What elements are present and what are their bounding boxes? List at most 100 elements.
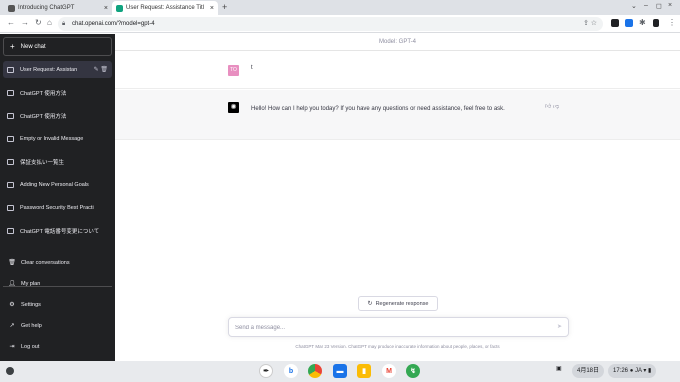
close-window-icon[interactable]: ×: [668, 2, 672, 9]
sidebar-chat-item[interactable]: ChatGPT 使用方法: [3, 107, 112, 124]
message-input-box: ➤: [228, 317, 569, 337]
logout-icon: ⇥: [9, 344, 15, 350]
thumbs-up-icon[interactable]: 👍︎: [545, 104, 551, 110]
launcher-icon[interactable]: [6, 367, 14, 375]
gear-icon: ⚙︎: [9, 302, 15, 308]
url-text: chat.openai.com/?model=gpt-4: [72, 21, 155, 27]
chat-bubble-icon: [7, 227, 14, 234]
files-icon[interactable]: ▬: [333, 364, 347, 378]
sidepanel-icon[interactable]: [653, 19, 659, 27]
chat-bubble-icon: [7, 181, 14, 188]
send-icon[interactable]: ➤: [557, 323, 562, 330]
edit-icon[interactable]: ✎: [94, 67, 99, 73]
extension-icon[interactable]: [625, 19, 633, 27]
log-out-button[interactable]: ⇥ Log out: [3, 338, 112, 355]
assistant-message-row: ✺ Hello! How can I help you today? If yo…: [115, 90, 680, 140]
chat-bubble-icon: [7, 204, 14, 211]
sidebar-chat-item[interactable]: Adding New Personal Goals: [3, 176, 112, 193]
sidebar-chat-item[interactable]: 保証支払い一覧生: [3, 153, 112, 170]
chat-bubble-icon: [7, 66, 14, 73]
tab-introducing-chatgpt[interactable]: Introducing ChatGPT ×: [4, 1, 112, 15]
chat-main: Model: GPT-4 TO t ✺ Hello! How can I hel…: [115, 34, 680, 361]
footer-label: Settings: [21, 301, 41, 308]
wifi-icon: ▾: [643, 368, 647, 374]
trash-icon: 🗑︎: [8, 260, 16, 266]
chatgpt-favicon-icon: [8, 4, 15, 12]
puzzle-extensions-icon[interactable]: ✱: [639, 18, 646, 27]
chat-item-label: 保証支払い一覧生: [20, 159, 65, 166]
settings-dot-icon: ●: [629, 368, 634, 374]
back-icon[interactable]: ←: [7, 18, 15, 27]
clear-conversations-button[interactable]: 🗑︎ Clear conversations: [3, 254, 112, 271]
chat-item-label: ChatGPT 電話番号変更について: [20, 228, 100, 235]
message-input[interactable]: [235, 322, 535, 333]
tab-title: User Request: Assistance Titl: [126, 5, 205, 11]
more-menu-icon[interactable]: ⋮: [668, 18, 676, 27]
address-toolbar: ← → ↻ ⌂ 🔒︎ chat.openai.com/?model=gpt-4 …: [0, 15, 680, 33]
close-tab-icon[interactable]: ×: [104, 5, 108, 12]
date-pill[interactable]: 4月18日: [572, 364, 605, 378]
close-tab-icon[interactable]: ×: [210, 5, 214, 12]
reload-icon[interactable]: ↻: [35, 18, 42, 27]
chat-item-label: Password Security Best Practi: [20, 204, 94, 211]
sidebar-chat-item[interactable]: User Request: Assistan ✎ 🗑︎: [3, 61, 112, 78]
trash-icon[interactable]: 🗑︎: [100, 67, 108, 73]
chat-sidebar: + New chat User Request: Assistan ✎ 🗑︎ C…: [0, 34, 115, 361]
user-avatar: TO: [228, 65, 239, 76]
get-help-button[interactable]: ↗ Get help: [3, 317, 112, 334]
disclaimer-text: ChatGPT Mar 23 Version. ChatGPT may prod…: [295, 344, 500, 349]
footer-label: Clear conversations: [21, 259, 70, 266]
forward-icon[interactable]: →: [21, 18, 29, 27]
plus-icon: +: [10, 42, 15, 51]
footer-label: Log out: [21, 343, 40, 350]
app-icon[interactable]: ↯: [406, 364, 420, 378]
bing-icon[interactable]: b: [284, 364, 298, 378]
new-chat-label: New chat: [20, 43, 46, 50]
tab-user-request[interactable]: User Request: Assistance Titl ×: [112, 1, 218, 15]
chat-actions: ✎ 🗑︎: [94, 66, 108, 73]
chat-bubble-icon: [7, 158, 14, 165]
clock-text: 17:26: [613, 368, 629, 374]
home-icon[interactable]: ⌂: [47, 18, 52, 27]
thumbs-down-icon[interactable]: 👎︎: [553, 104, 559, 110]
sidebar-chat-item[interactable]: Password Security Best Practi: [3, 199, 112, 216]
sidebar-chat-item[interactable]: Empty or Invalid Message: [3, 130, 112, 147]
chat-bubble-icon: [7, 135, 14, 142]
browser-tab-bar: Introducing ChatGPT × User Request: Assi…: [0, 0, 680, 15]
sidebar-chat-item[interactable]: ChatGPT 電話番号変更について: [3, 222, 112, 239]
chevron-down-icon[interactable]: ⌄: [631, 2, 637, 10]
keep-icon[interactable]: ▮: [357, 364, 371, 378]
minimize-icon[interactable]: –: [644, 2, 648, 9]
chrome-icon[interactable]: [308, 364, 322, 378]
chat-item-label: ChatGPT 使用方法: [20, 113, 67, 120]
footer-label: Get help: [21, 322, 42, 329]
external-link-icon: ↗: [9, 323, 15, 329]
lock-icon: 🔒︎: [62, 21, 66, 27]
tab-title: Introducing ChatGPT: [18, 5, 75, 11]
regenerate-response-button[interactable]: ↻ Regenerate response: [358, 296, 438, 311]
new-chat-button[interactable]: + New chat: [3, 37, 112, 56]
new-tab-icon[interactable]: +: [222, 2, 227, 12]
status-area[interactable]: 17:26 ● JA ▾ ▮: [608, 364, 657, 378]
chat-item-label: Empty or Invalid Message: [20, 135, 84, 142]
user-message-row: TO t: [115, 51, 680, 89]
share-icon[interactable]: ⇪: [583, 17, 589, 31]
chat-item-label: Adding New Personal Goals: [20, 181, 89, 188]
bookmark-star-icon[interactable]: ☆: [591, 17, 597, 31]
screen-capture-icon[interactable]: ▣: [556, 365, 562, 372]
model-indicator: Model: GPT-4: [115, 34, 680, 51]
url-bar[interactable]: 🔒︎ chat.openai.com/?model=gpt-4 ⇪ ☆: [58, 17, 603, 31]
extension-icon[interactable]: [611, 19, 619, 27]
battery-icon: ▮: [648, 368, 652, 374]
footer-label: My plan: [21, 280, 41, 287]
restore-icon[interactable]: ◻: [656, 2, 662, 10]
settings-button[interactable]: ⚙︎ Settings: [3, 296, 112, 313]
chat-bubble-icon: [7, 89, 14, 96]
sidebar-chat-item[interactable]: ChatGPT 使用方法: [3, 84, 112, 101]
my-plan-button[interactable]: 👤︎ My plan: [3, 275, 112, 292]
gmail-icon[interactable]: M: [382, 364, 396, 378]
assistant-message-text: Hello! How can I help you today? If you …: [251, 106, 505, 112]
chat-item-label: ChatGPT 使用方法: [20, 90, 67, 97]
openai-logo-icon: ✺: [228, 102, 239, 113]
feather-app-icon[interactable]: ✒: [259, 364, 273, 378]
